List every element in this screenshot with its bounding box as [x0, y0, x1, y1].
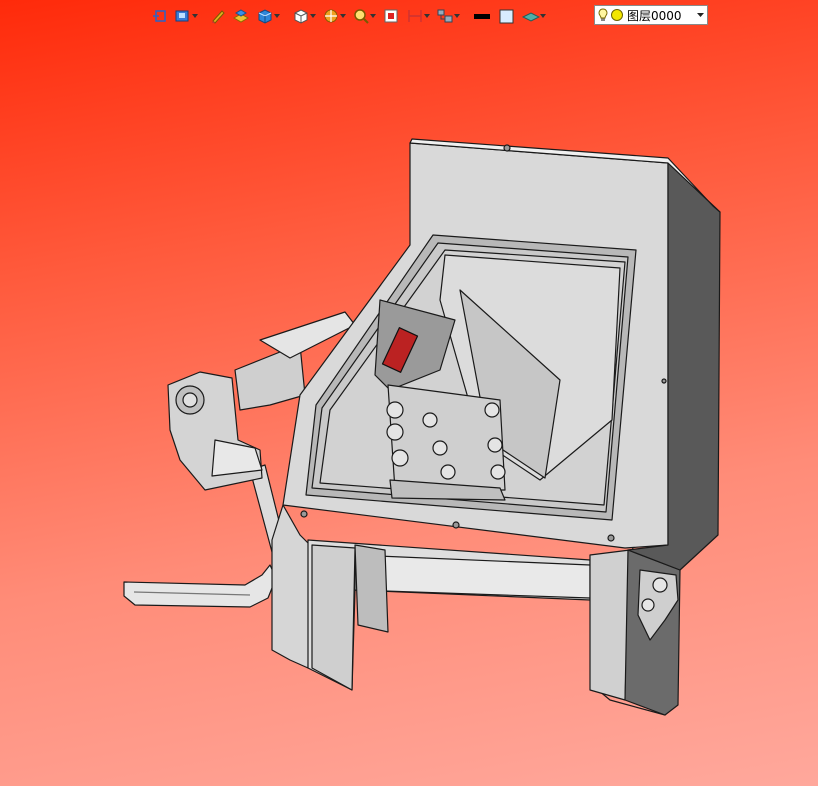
- chevron-down-icon[interactable]: [310, 5, 316, 27]
- layer-name: 图层0000: [627, 8, 682, 23]
- dimension-icon: [408, 10, 422, 22]
- assembly-tree-icon: [437, 9, 453, 23]
- chevron-down-icon[interactable]: [693, 13, 707, 17]
- zoom-icon: [354, 9, 369, 24]
- chevron-down-icon[interactable]: [192, 5, 198, 27]
- 3d-viewport[interactable]: 图层0000: [0, 0, 818, 786]
- control-box: [354, 544, 389, 633]
- standard-view-button[interactable]: [290, 5, 318, 27]
- view-orientation-button[interactable]: [172, 5, 200, 27]
- chevron-down-icon[interactable]: [454, 5, 460, 27]
- chevron-down-icon[interactable]: [424, 5, 430, 27]
- line-color-button[interactable]: [470, 5, 494, 27]
- lightbulb-icon[interactable]: [598, 8, 608, 22]
- layer-status-icon[interactable]: [610, 8, 624, 22]
- view-toolbar: [150, 4, 548, 28]
- chevron-down-icon[interactable]: [370, 5, 376, 27]
- fill-color-button[interactable]: [496, 5, 518, 27]
- zoom-window-button[interactable]: [380, 5, 402, 27]
- dimension-button[interactable]: [404, 5, 432, 27]
- pipe-left: [123, 564, 277, 608]
- zoom-window-icon: [384, 9, 398, 23]
- layer-plane-button[interactable]: [520, 5, 548, 27]
- view-orientation-icon: [175, 10, 189, 22]
- chevron-down-icon[interactable]: [540, 5, 546, 27]
- section-view-button[interactable]: [320, 5, 348, 27]
- assembly-tree-button[interactable]: [434, 5, 462, 27]
- chevron-down-icon[interactable]: [340, 5, 346, 27]
- shaded-solid-button[interactable]: [254, 5, 282, 27]
- pen-draw-icon: [212, 10, 225, 24]
- pen-draw-button[interactable]: [208, 5, 228, 27]
- layer-select[interactable]: 图层0000: [594, 5, 708, 25]
- snap-point-button[interactable]: [150, 5, 170, 27]
- leg-left-front: [271, 504, 311, 669]
- chevron-down-icon[interactable]: [274, 5, 280, 27]
- leg-right-front: [589, 549, 631, 701]
- render-style-button[interactable]: [230, 5, 252, 27]
- zoom-button[interactable]: [350, 5, 378, 27]
- standard-view-cube-icon: [294, 9, 308, 24]
- section-view-icon: [324, 9, 338, 23]
- fill-color-icon: [499, 9, 514, 24]
- shaded-solid-icon: [258, 9, 272, 24]
- snap-point-icon: [153, 10, 166, 22]
- render-style-icon: [232, 9, 250, 23]
- line-color-icon: [474, 14, 490, 19]
- cad-model-assembly[interactable]: [0, 0, 818, 786]
- layer-plane-icon: [522, 12, 540, 22]
